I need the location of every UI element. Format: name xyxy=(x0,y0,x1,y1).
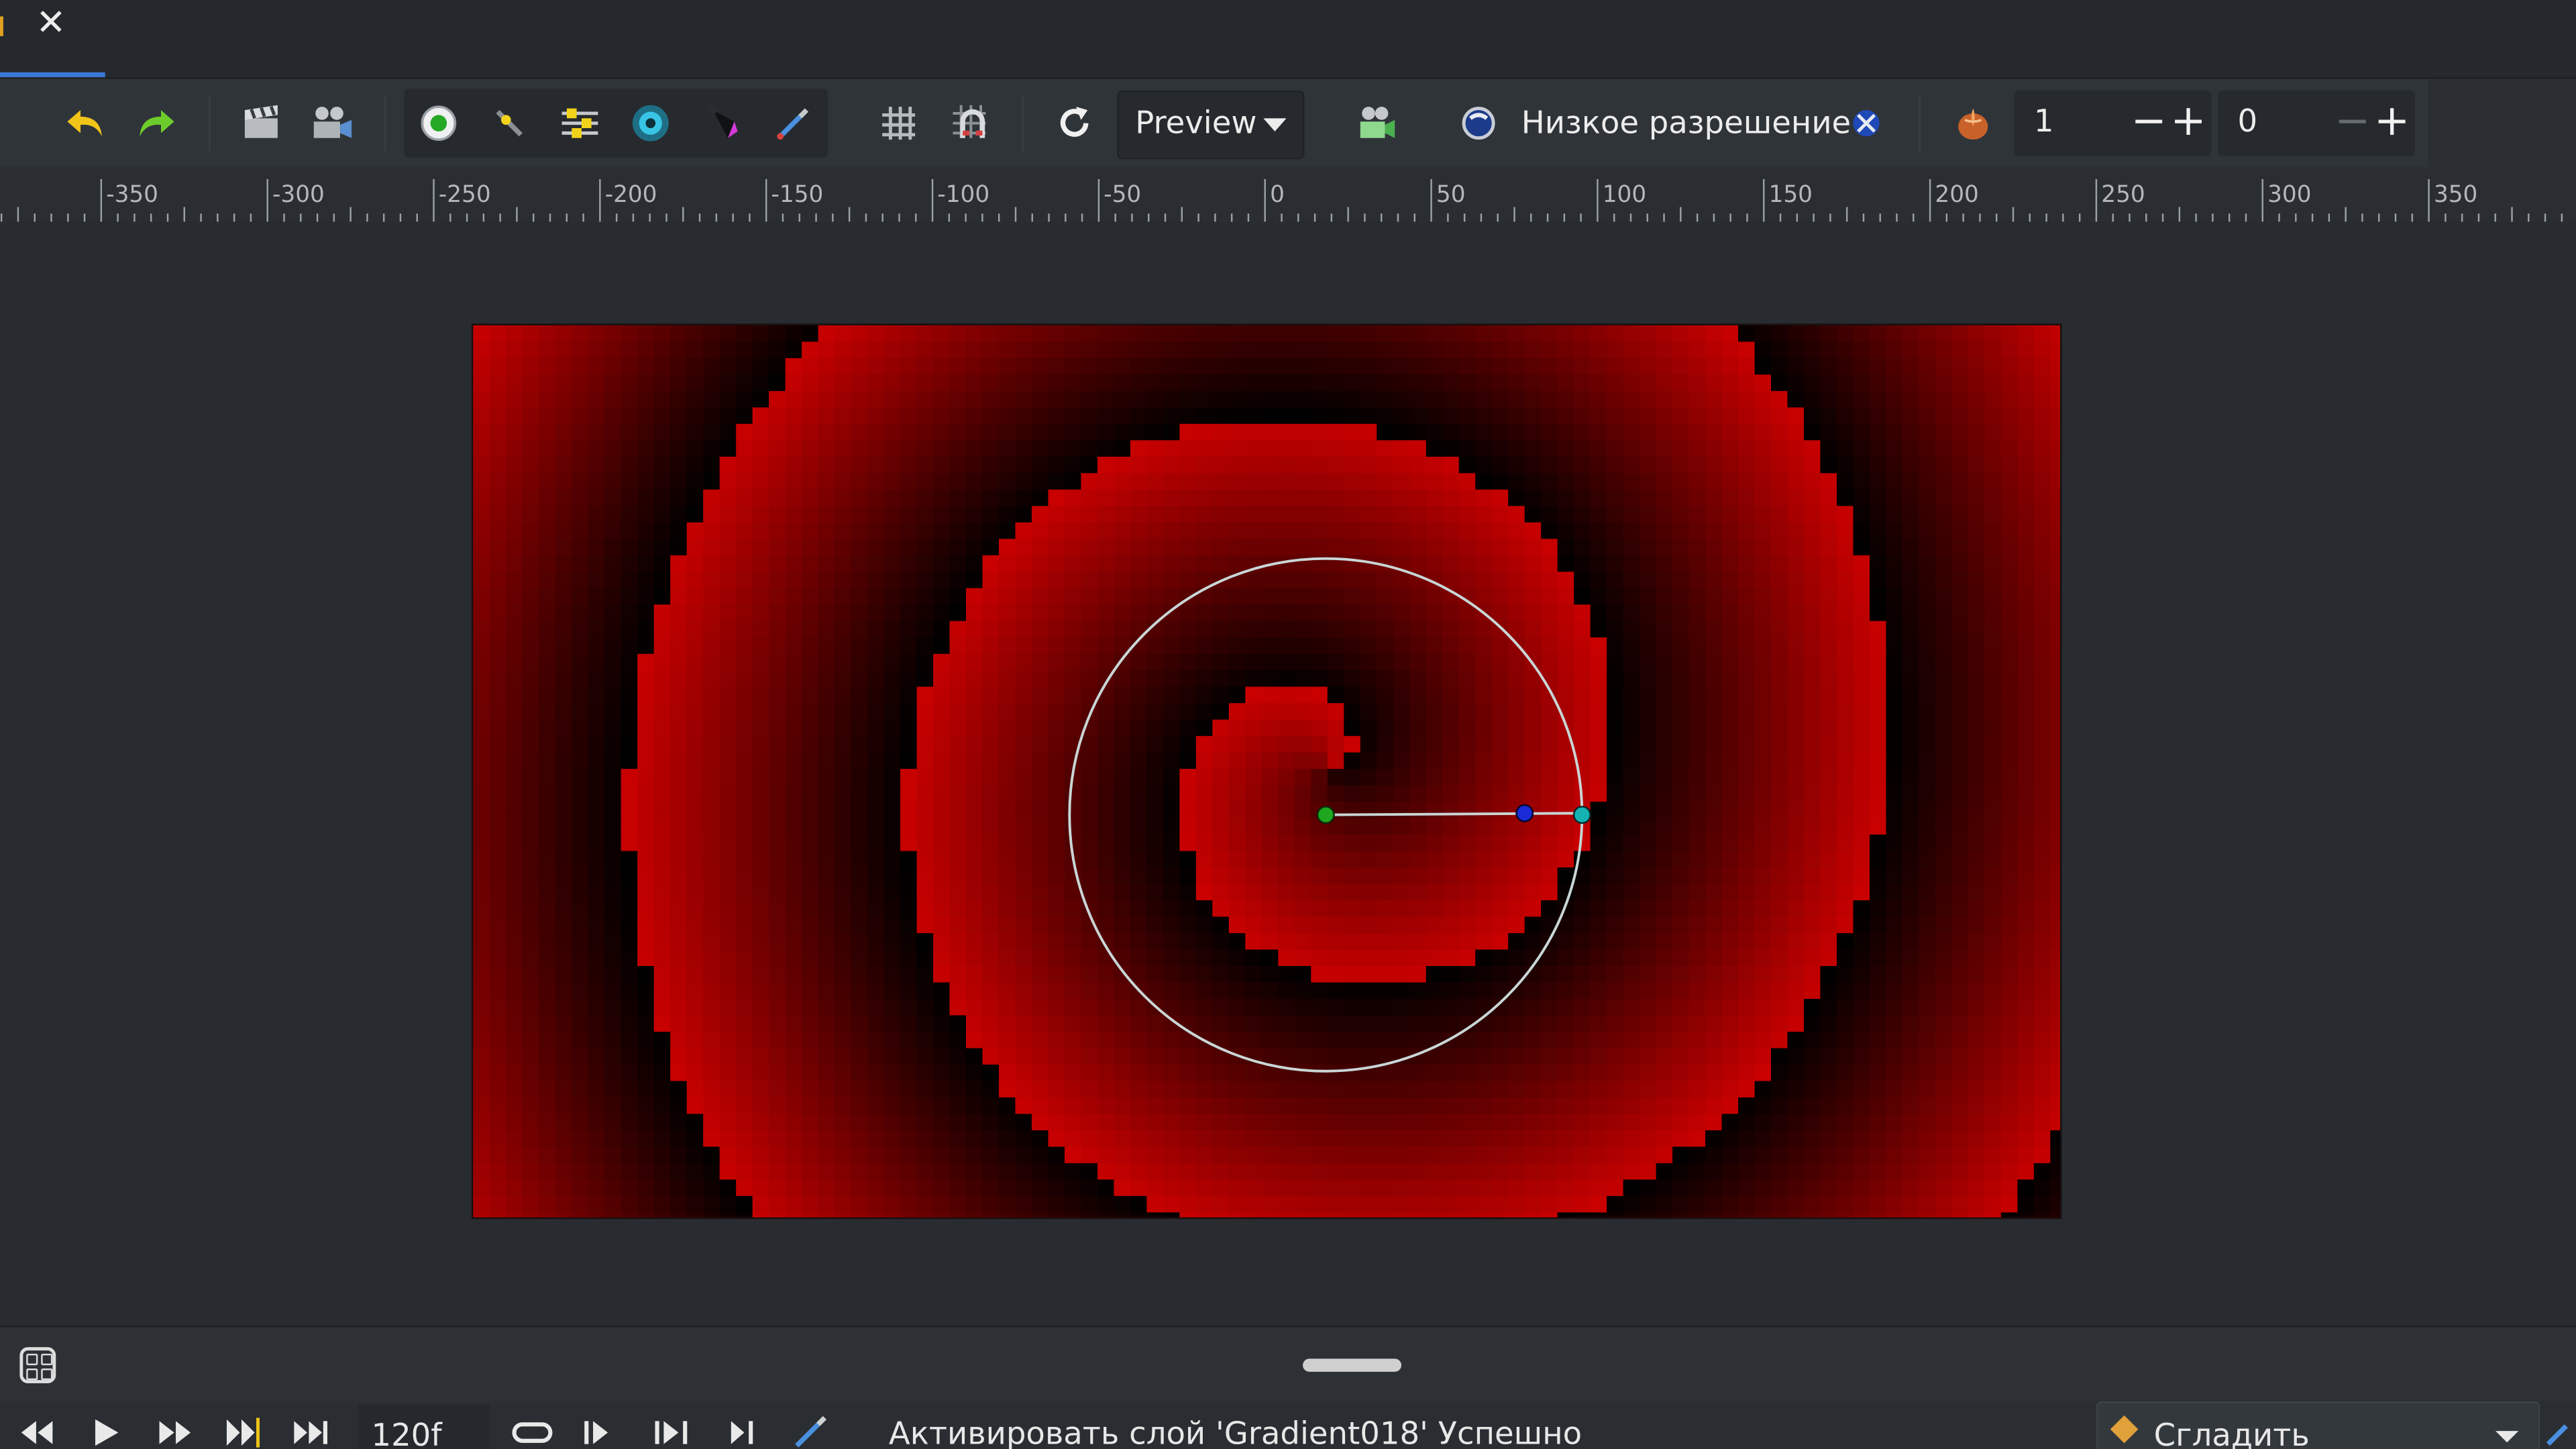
toolbar-separator xyxy=(209,95,211,152)
toggle-bones-icon[interactable] xyxy=(696,99,749,148)
toggle-group xyxy=(404,89,828,158)
next-keyframe-icon[interactable] xyxy=(222,1415,268,1449)
interpolation-label: Сгладить xyxy=(2153,1417,2310,1449)
playback-bar: 120f Активировать слой 'Gradient018' Усп… xyxy=(0,1401,2576,1449)
ruler-label: 50 xyxy=(1436,181,1466,208)
preview-label: Preview xyxy=(1135,105,1257,142)
status-message: Активировать слой 'Gradient018' Успешно xyxy=(888,1416,1582,1449)
close-tab-button[interactable]: ✕ xyxy=(30,3,72,46)
future-onion-value: 0 xyxy=(2237,103,2258,140)
canvas-toolbar: Preview Низкое разрешение 1 − + 0 − + xyxy=(0,78,2428,170)
ruler-label: -300 xyxy=(272,181,325,208)
ruler-label: 300 xyxy=(2267,181,2311,208)
seek-forward-icon[interactable] xyxy=(153,1415,196,1449)
ruler-label: 0 xyxy=(1270,181,1285,208)
future-onion-spinbox[interactable]: 0 − + xyxy=(2218,90,2416,156)
timebar-strip xyxy=(0,1326,2576,1403)
toggle-ducks-icon[interactable] xyxy=(625,99,677,148)
ruler-label: -150 xyxy=(771,181,824,208)
low-resolution-label[interactable]: Низкое разрешение xyxy=(1521,105,1851,142)
seek-begin-icon[interactable] xyxy=(16,1415,59,1449)
current-frame-value: 120f xyxy=(371,1417,442,1449)
redo-icon[interactable] xyxy=(129,99,182,148)
bounds-start-icon[interactable] xyxy=(578,1415,618,1449)
ruler-label: 150 xyxy=(1769,181,1813,208)
snap-grid-icon[interactable] xyxy=(945,99,997,148)
play-icon[interactable] xyxy=(87,1415,123,1449)
canvas-view[interactable] xyxy=(471,323,2062,1220)
refresh-icon[interactable] xyxy=(1048,99,1100,148)
horizontal-ruler: -350 -300 -250 -200 -150 -100 -50 0 50 100 150 200 2… xyxy=(0,167,2576,222)
ruler-label: -200 xyxy=(605,181,657,208)
camera-icon[interactable] xyxy=(1350,99,1403,148)
ruler-label: -100 xyxy=(937,181,989,208)
seek-end-icon[interactable] xyxy=(290,1415,333,1449)
onion-skin-toggle-icon[interactable] xyxy=(413,99,465,148)
jump-to-end-icon[interactable] xyxy=(723,1415,763,1449)
past-onion-value: 1 xyxy=(2033,103,2054,140)
resize-handle[interactable] xyxy=(1303,1358,1401,1372)
ruler-label: -250 xyxy=(439,181,491,208)
current-frame-field[interactable]: 120f xyxy=(358,1404,490,1449)
ruler-label: 250 xyxy=(2101,181,2145,208)
draw-tool-icon[interactable] xyxy=(483,99,535,148)
active-tab-indicator xyxy=(0,72,105,78)
toggle-panel-icon[interactable] xyxy=(19,1347,56,1384)
preview-dropdown[interactable]: Preview xyxy=(1117,90,1305,160)
increment-button[interactable]: + xyxy=(2372,97,2412,149)
render-settings-icon[interactable] xyxy=(235,99,287,148)
ruler-label: -350 xyxy=(106,181,158,208)
app-window: ✕ Preview Низкое разрешение 1 − + 0 − + … xyxy=(0,0,2576,1449)
edit-icon[interactable] xyxy=(2543,1415,2573,1449)
chevron-down-icon xyxy=(1263,118,1287,131)
bounds-end-icon[interactable] xyxy=(651,1415,694,1449)
interpolation-dropdown[interactable]: Сгладить xyxy=(2096,1401,2540,1449)
grid-icon[interactable] xyxy=(872,99,924,148)
resolution-settings-icon[interactable] xyxy=(1840,99,1892,148)
ruler-label: 100 xyxy=(1603,181,1646,208)
interpolation-diamond-icon xyxy=(2110,1415,2139,1444)
toolbar-separator xyxy=(384,95,386,152)
low-resolution-icon[interactable] xyxy=(1452,99,1505,148)
toolbar-separator xyxy=(1919,95,1921,152)
increment-button[interactable]: + xyxy=(2169,97,2208,149)
background-rendering-icon[interactable] xyxy=(553,99,606,148)
spiral-gradient-layer xyxy=(473,325,2061,1218)
render-icon[interactable] xyxy=(306,99,358,148)
ruler-label: 200 xyxy=(1935,181,1978,208)
radius-duck[interactable] xyxy=(1572,806,1591,824)
loop-icon[interactable] xyxy=(511,1415,554,1449)
past-onion-spinbox[interactable]: 1 − + xyxy=(2014,90,2212,156)
eyedropper-icon[interactable] xyxy=(767,99,820,148)
origin-duck[interactable] xyxy=(1316,806,1335,824)
ruler-label: -50 xyxy=(1104,181,1141,208)
undo-icon[interactable] xyxy=(59,99,111,148)
ruler-label: 350 xyxy=(2434,181,2477,208)
tangent-duck[interactable] xyxy=(1515,804,1534,822)
animation-mode-icon[interactable] xyxy=(790,1415,830,1449)
toolbar-separator xyxy=(1022,95,1024,152)
decrement-button[interactable]: − xyxy=(2129,97,2169,149)
onion-icon[interactable] xyxy=(1947,99,1999,148)
tangent-line xyxy=(1326,812,1582,816)
tab-bar: ✕ xyxy=(0,0,2576,79)
toolbar-empty-area xyxy=(2428,78,2576,168)
tab-edge xyxy=(0,16,3,36)
decrement-button[interactable]: − xyxy=(2333,97,2373,149)
chevron-down-icon xyxy=(2496,1431,2519,1443)
